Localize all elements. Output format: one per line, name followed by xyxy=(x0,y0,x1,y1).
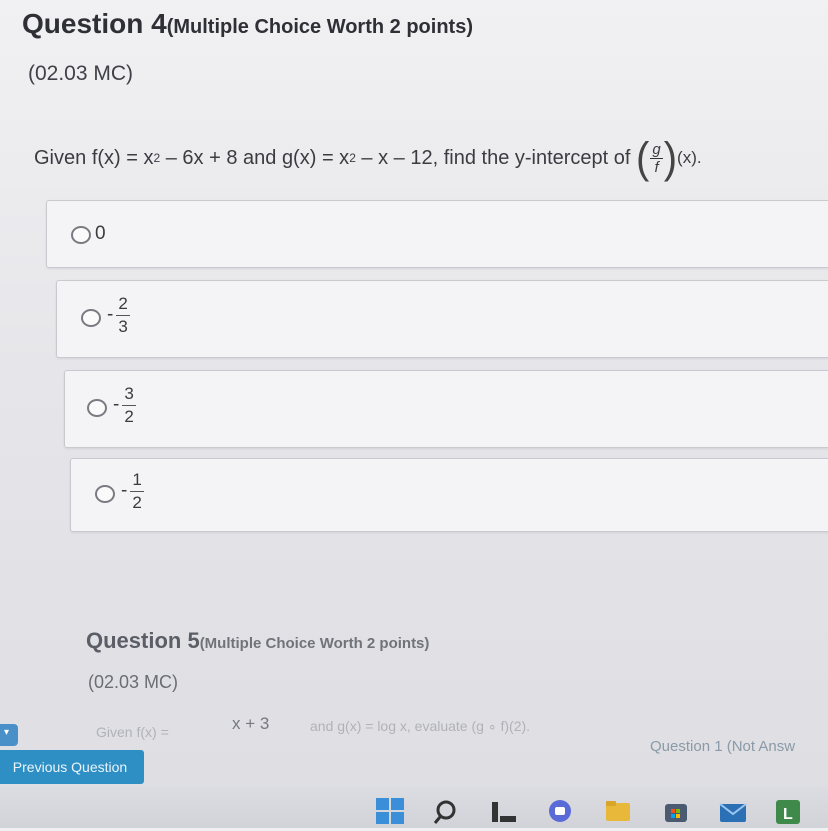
radio-button-icon[interactable] xyxy=(87,399,107,417)
stem-f-rest: – 6x + 8 and xyxy=(160,146,282,169)
windows-icon[interactable] xyxy=(376,798,406,831)
answer-option-c[interactable]: - 3 2 xyxy=(64,370,828,448)
side-panel-tab[interactable]: ▾ xyxy=(0,724,18,746)
question-code: (02.03 MC) xyxy=(28,62,134,85)
option-fraction: 3 2 xyxy=(122,385,136,426)
stem-g-rest: – x – 12, find the y-intercept of xyxy=(355,146,637,169)
option-denominator: 3 xyxy=(118,316,128,336)
option-sign: - xyxy=(113,394,120,416)
question-title-text: Question 4 xyxy=(22,8,167,39)
radio-button-icon[interactable] xyxy=(81,309,101,327)
option-text: 0 xyxy=(95,223,106,245)
taskbar xyxy=(0,786,828,828)
answer-option-a[interactable]: 0 xyxy=(46,200,828,268)
option-denominator: 2 xyxy=(132,492,142,512)
question-worth-text: (Multiple Choice Worth 2 points) xyxy=(166,16,473,38)
option-value: 0 xyxy=(95,223,106,244)
option-numerator: 3 xyxy=(122,385,136,406)
option-sign: - xyxy=(121,480,128,502)
stem-g-def: g(x) = x xyxy=(281,146,350,169)
option-numerator: 1 xyxy=(130,471,144,492)
question-5-code: (02.03 MC) xyxy=(88,672,179,692)
option-sign: - xyxy=(107,304,114,326)
radio-button-icon[interactable] xyxy=(95,485,115,503)
stem-f-exponent: 2 xyxy=(153,151,161,165)
right-paren: ) xyxy=(663,133,678,183)
store-icon[interactable] xyxy=(662,798,692,831)
stem-given: Given xyxy=(34,146,87,169)
option-text: - 1 2 xyxy=(121,471,144,512)
fraction-denominator: f xyxy=(654,158,659,176)
option-fraction: 2 3 xyxy=(116,295,130,336)
chevron-down-icon: ▾ xyxy=(4,727,10,738)
option-denominator: 2 xyxy=(124,406,134,426)
app-l-icon[interactable]: L xyxy=(774,798,804,831)
stem-f-def: f(x) = x xyxy=(91,146,154,169)
option-text: - 3 2 xyxy=(113,385,136,426)
question-stem: Given f(x) = x2 – 6x + 8 and g(x) = x2 –… xyxy=(34,133,702,183)
svg-text:L: L xyxy=(783,806,793,823)
task-view-icon[interactable] xyxy=(490,798,520,831)
question-5-stem-numerator: x + 3 xyxy=(232,714,270,733)
question-worth-text: (Multiple Choice Worth 2 points) xyxy=(199,635,430,652)
answer-option-d[interactable]: - 1 2 xyxy=(70,458,828,532)
question-title-text: Question 5 xyxy=(86,628,200,653)
g-over-f-fraction: g f xyxy=(650,140,663,176)
question-4-title: Question 4(Multiple Choice Worth 2 point… xyxy=(22,8,473,40)
previous-question-button[interactable]: Previous Question xyxy=(0,750,144,784)
question-5-stem-rest: and g(x) = log x, evaluate (g ∘ f)(2). xyxy=(310,718,531,734)
question-5-stem-start: Given f(x) = xyxy=(96,724,169,740)
fraction-numerator: g xyxy=(650,140,663,159)
option-fraction: 1 2 xyxy=(130,471,144,512)
left-paren: ( xyxy=(636,133,650,183)
answer-option-b[interactable]: - 2 3 xyxy=(56,280,828,358)
option-text: - 2 3 xyxy=(107,295,130,336)
chat-icon[interactable] xyxy=(546,798,576,831)
question-5-title: Question 5(Multiple Choice Worth 2 point… xyxy=(86,628,429,654)
stem-suffix: (x). xyxy=(677,148,702,167)
stem-g-exponent: 2 xyxy=(349,151,356,165)
option-numerator: 2 xyxy=(116,295,130,316)
file-explorer-icon[interactable] xyxy=(604,798,634,831)
question-status-link[interactable]: Question 1 (Not Answ xyxy=(650,738,795,755)
radio-button-icon[interactable] xyxy=(71,226,91,244)
mail-icon[interactable] xyxy=(718,798,748,831)
search-icon[interactable] xyxy=(432,798,462,831)
